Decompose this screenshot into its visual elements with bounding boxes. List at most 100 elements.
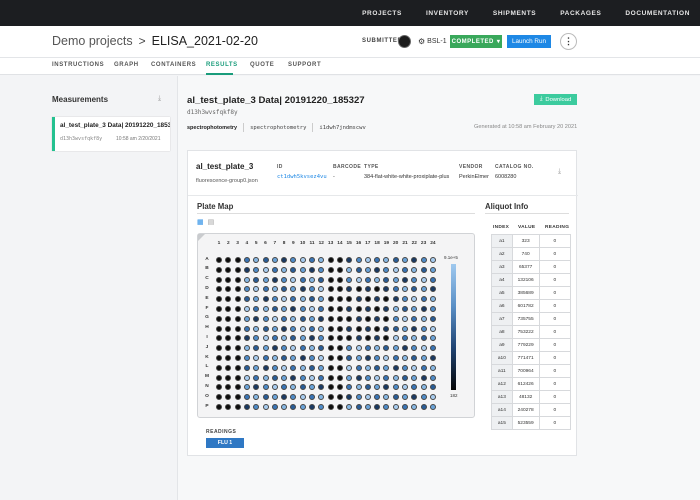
plate-well[interactable] <box>271 335 278 342</box>
plate-well[interactable] <box>216 276 222 283</box>
plate-well[interactable] <box>281 296 288 303</box>
plate-well[interactable] <box>271 404 278 410</box>
nav-shipments[interactable]: SHIPMENTS <box>493 10 536 17</box>
plate-well[interactable] <box>253 364 260 371</box>
plate-well[interactable] <box>402 257 408 263</box>
plate-well[interactable] <box>216 257 222 263</box>
plate-well[interactable] <box>336 364 343 371</box>
plate-well[interactable] <box>271 394 278 401</box>
plate-well[interactable] <box>243 345 250 352</box>
plate-well[interactable] <box>234 384 241 391</box>
plate-well[interactable] <box>392 315 399 322</box>
plate-well[interactable] <box>411 364 418 371</box>
download-icon[interactable]: ⤓ <box>158 95 161 103</box>
plate-well[interactable] <box>420 404 427 410</box>
plate-well[interactable] <box>327 286 334 293</box>
table-row[interactable]: a10 771471 0 <box>491 351 572 365</box>
plate-well[interactable] <box>411 404 418 410</box>
plate-well[interactable] <box>281 257 288 263</box>
plate-well[interactable] <box>346 404 353 410</box>
plate-well[interactable] <box>420 394 427 401</box>
plate-well[interactable] <box>309 325 315 332</box>
tab-containers[interactable]: CONTAINERS <box>151 62 196 68</box>
plate-well[interactable] <box>216 335 222 342</box>
plate-well[interactable] <box>411 384 418 391</box>
plate-well[interactable] <box>429 266 436 273</box>
plate-well[interactable] <box>253 286 260 293</box>
plate-well[interactable] <box>402 355 408 361</box>
more-options-button[interactable]: ⋮ <box>560 33 577 50</box>
plate-well[interactable] <box>402 394 408 401</box>
table-row[interactable]: a7 735755 0 <box>491 312 572 326</box>
plate-well[interactable] <box>318 276 325 283</box>
plate-well[interactable] <box>253 325 260 332</box>
plate-well[interactable] <box>336 345 343 352</box>
plate-well[interactable] <box>374 306 381 312</box>
breadcrumb-project[interactable]: Demo projects <box>52 34 133 48</box>
plate-well[interactable] <box>318 286 325 293</box>
plate-well[interactable] <box>243 266 250 273</box>
plate-well[interactable] <box>225 315 232 322</box>
plate-well[interactable] <box>318 355 325 361</box>
plate-well[interactable] <box>355 394 362 401</box>
plate-well[interactable] <box>262 315 269 322</box>
plate-well[interactable] <box>383 404 390 410</box>
plate-well[interactable] <box>253 306 260 312</box>
plate-well[interactable] <box>234 257 241 263</box>
plate-well[interactable] <box>355 364 362 371</box>
plate-well[interactable] <box>318 374 325 381</box>
plate-well[interactable] <box>383 257 390 263</box>
plate-well[interactable] <box>429 345 436 352</box>
plate-well[interactable] <box>271 306 278 312</box>
plate-well[interactable] <box>281 364 288 371</box>
plate-well[interactable] <box>411 345 418 352</box>
plate-well[interactable] <box>262 325 269 332</box>
plate-well[interactable] <box>402 325 408 332</box>
plate-well[interactable] <box>429 335 436 342</box>
plate-well[interactable] <box>392 276 399 283</box>
plate-well[interactable] <box>309 355 315 361</box>
plate-well[interactable] <box>290 325 297 332</box>
plate-well[interactable] <box>309 296 315 303</box>
container-id-link[interactable]: ct1dwh5kvsez4vu <box>277 174 327 180</box>
plate-well[interactable] <box>234 266 241 273</box>
plate-well[interactable] <box>411 306 418 312</box>
plate-well[interactable] <box>392 364 399 371</box>
plate-well[interactable] <box>225 257 232 263</box>
plate-well[interactable] <box>411 335 418 342</box>
plate-well[interactable] <box>234 355 241 361</box>
plate-well[interactable] <box>420 335 427 342</box>
plate-well[interactable] <box>374 276 381 283</box>
plate-well[interactable] <box>290 355 297 361</box>
plate-well[interactable] <box>327 374 334 381</box>
plate-well[interactable] <box>290 266 297 273</box>
plate-well[interactable] <box>225 364 232 371</box>
plate-well[interactable] <box>364 276 371 283</box>
plate-well[interactable] <box>383 345 390 352</box>
plate-well[interactable] <box>336 257 343 263</box>
plate-well[interactable] <box>364 315 371 322</box>
plate-well[interactable] <box>262 286 269 293</box>
plate-well[interactable] <box>420 296 427 303</box>
plate-well[interactable] <box>383 355 390 361</box>
plate-well[interactable] <box>216 384 222 391</box>
plate-well[interactable] <box>299 384 306 391</box>
plate-well[interactable] <box>374 266 381 273</box>
plate-well[interactable] <box>299 374 306 381</box>
plate-well[interactable] <box>290 296 297 303</box>
plate-well[interactable] <box>327 404 334 410</box>
plate-well[interactable] <box>281 394 288 401</box>
plate-well[interactable] <box>262 296 269 303</box>
plate-well[interactable] <box>234 374 241 381</box>
plate-well[interactable] <box>225 394 232 401</box>
plate-well[interactable] <box>327 306 334 312</box>
plate-well[interactable] <box>355 276 362 283</box>
plate-well[interactable] <box>429 394 436 401</box>
plate-well[interactable] <box>402 286 408 293</box>
plate-well[interactable] <box>243 394 250 401</box>
plate-well[interactable] <box>420 325 427 332</box>
plate-well[interactable] <box>346 286 353 293</box>
plate-well[interactable] <box>299 315 306 322</box>
plate-well[interactable] <box>243 374 250 381</box>
plate-well[interactable] <box>402 276 408 283</box>
